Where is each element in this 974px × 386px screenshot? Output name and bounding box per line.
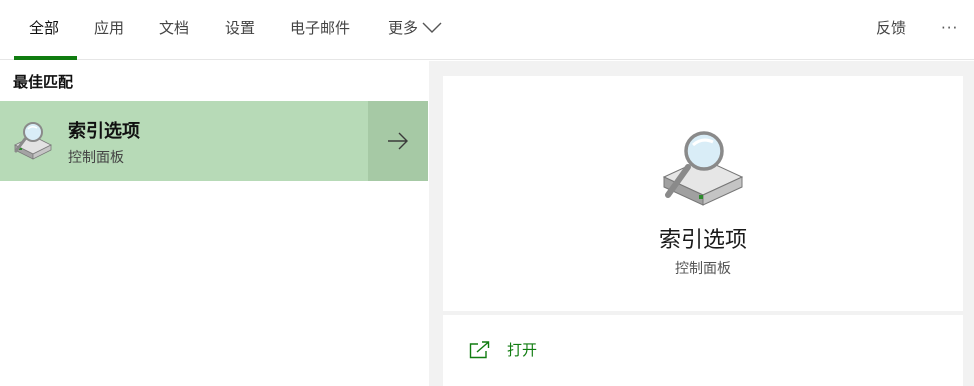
feedback-button[interactable]: 反馈 (876, 0, 906, 60)
preview-title: 索引选项 (658, 228, 747, 253)
chevron-down-icon (422, 22, 442, 33)
preview-pane: 索引选项 控制面板 打开 (429, 61, 974, 386)
best-match-result: 索引选项 控制面板 (0, 101, 428, 181)
expand-details-button[interactable] (368, 101, 428, 181)
search-filter-bar: 全部 应用 文档 设置 电子邮件 更多 反馈 ··· (0, 0, 974, 60)
tab-documents[interactable]: 文档 (159, 0, 189, 60)
indexing-options-icon (662, 131, 744, 206)
indexing-options-icon (14, 122, 52, 160)
tab-all[interactable]: 全部 (29, 0, 59, 60)
tab-more[interactable]: 更多 (388, 0, 442, 60)
active-tab-indicator (14, 56, 77, 60)
open-icon (469, 341, 490, 359)
tab-email[interactable]: 电子邮件 (290, 0, 350, 60)
tab-more-label: 更多 (388, 19, 419, 37)
tab-settings[interactable]: 设置 (225, 0, 255, 60)
results-pane: 最佳匹配 索引选项 控制面板 (0, 61, 428, 386)
result-category: 控制面板 (68, 150, 124, 166)
best-match-item[interactable]: 索引选项 控制面板 (0, 101, 367, 181)
best-match-heading: 最佳匹配 (13, 73, 74, 91)
preview-subtitle: 控制面板 (675, 261, 731, 277)
preview-card: 索引选项 控制面板 (443, 76, 963, 311)
result-title: 索引选项 (68, 121, 140, 142)
arrow-right-icon (388, 132, 408, 150)
more-options-button[interactable]: ··· (941, 0, 958, 60)
open-label: 打开 (507, 341, 538, 359)
actions-list: 打开 (443, 315, 963, 386)
tab-apps[interactable]: 应用 (94, 0, 124, 60)
